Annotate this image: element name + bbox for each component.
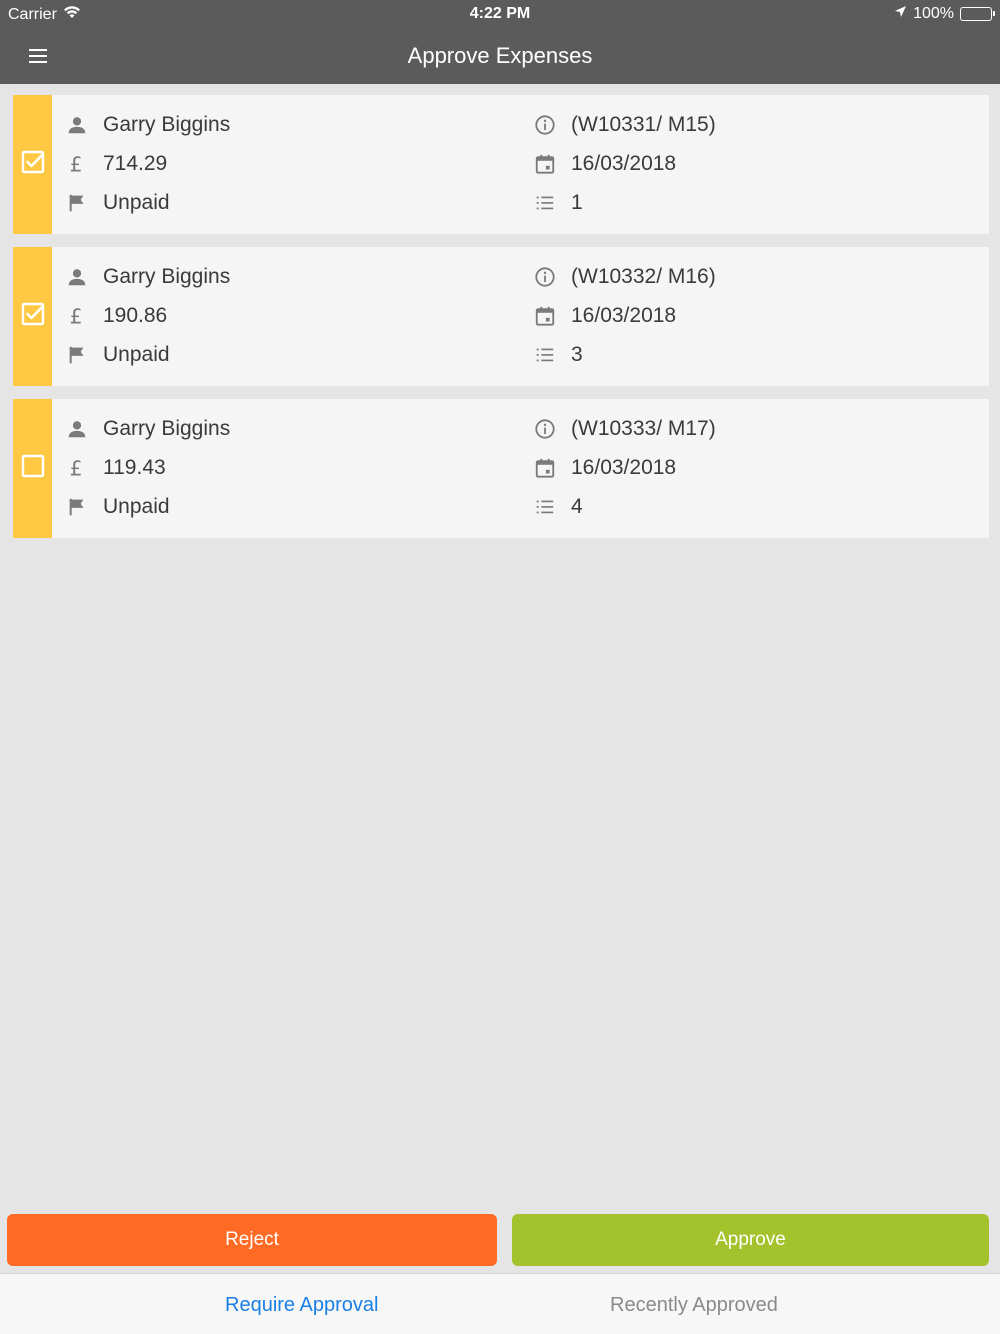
payment-status-value: Unpaid [103, 343, 170, 367]
expense-date-value: 16/03/2018 [571, 151, 677, 175]
item-count: 4 [534, 488, 716, 527]
tab-require-approval[interactable]: Require Approval [225, 1294, 378, 1317]
svg-text:£: £ [70, 153, 83, 175]
payment-status-value: Unpaid [103, 191, 170, 215]
status-time: 4:22 PM [469, 5, 531, 22]
expense-left-column: Garry Biggins £190.86 Unpaid [66, 257, 230, 375]
person-icon [66, 418, 88, 440]
battery-icon [960, 7, 995, 21]
employee-name: Garry Biggins [66, 257, 230, 296]
battery-percentage: 100% [913, 5, 954, 22]
calendar-icon [534, 153, 556, 175]
payment-status: Unpaid [66, 488, 230, 527]
employee-name-value: Garry Biggins [103, 264, 231, 288]
info-icon [534, 114, 556, 136]
employee-name: Garry Biggins [66, 409, 230, 448]
page-title: Approve Expenses [407, 43, 593, 68]
expense-date: 16/03/2018 [534, 448, 716, 487]
item-count-value: 1 [571, 191, 583, 215]
expense-reference: (W10332/ M16) [534, 257, 716, 296]
status-bar: Carrier 4:22 PM 100% [0, 0, 1000, 28]
person-icon [66, 266, 88, 288]
list-icon [534, 496, 556, 518]
pound-icon: £ [66, 457, 88, 479]
expense-list: Garry Biggins £714.29 Unpaid (W10331/ M15) 1… [13, 95, 989, 551]
expense-amount-value: 119.43 [103, 455, 166, 479]
calendar-icon [534, 305, 556, 327]
reject-button[interactable]: Reject [7, 1214, 497, 1266]
flag-icon [66, 496, 88, 518]
select-checkbox[interactable] [13, 95, 52, 234]
expense-left-column: Garry Biggins £119.43 Unpaid [66, 409, 230, 527]
employee-name: Garry Biggins [66, 105, 230, 144]
employee-name-value: Garry Biggins [103, 112, 231, 136]
info-icon [534, 266, 556, 288]
expense-amount-value: 190.86 [103, 303, 168, 327]
payment-status: Unpaid [66, 336, 230, 375]
expense-card[interactable]: Garry Biggins £119.43 Unpaid (W10333/ M17) 1… [13, 399, 989, 538]
expense-card[interactable]: Garry Biggins £714.29 Unpaid (W10331/ M15) 1… [13, 95, 989, 234]
expense-card[interactable]: Garry Biggins £190.86 Unpaid (W10332/ M16) 1… [13, 247, 989, 386]
item-count-value: 3 [571, 343, 583, 367]
list-icon [534, 344, 556, 366]
flag-icon [66, 192, 88, 214]
expense-date-value: 16/03/2018 [571, 455, 677, 479]
expense-amount: £119.43 [66, 448, 230, 487]
payment-status-value: Unpaid [103, 495, 170, 519]
svg-text:£: £ [70, 305, 83, 327]
checkbox-unchecked-icon [21, 454, 45, 483]
calendar-icon [534, 457, 556, 479]
expense-date: 16/03/2018 [534, 296, 716, 335]
item-count-value: 4 [571, 495, 583, 519]
employee-name-value: Garry Biggins [103, 416, 231, 440]
nav-bar: Approve Expenses [0, 28, 1000, 84]
expense-details: Garry Biggins £714.29 Unpaid (W10331/ M15) 1… [52, 95, 989, 234]
expense-reference: (W10333/ M17) [534, 409, 716, 448]
checkbox-checked-icon [21, 302, 45, 331]
status-right: 100% [894, 5, 995, 23]
expense-reference-value: (W10332/ M16) [571, 264, 716, 288]
list-icon [534, 192, 556, 214]
payment-status: Unpaid [66, 184, 230, 223]
approve-button[interactable]: Approve [512, 1214, 989, 1266]
info-icon [534, 418, 556, 440]
item-count: 3 [534, 336, 716, 375]
svg-text:£: £ [70, 457, 83, 479]
expense-right-column: (W10333/ M17) 16/03/2018 4 [534, 409, 716, 527]
expense-details: Garry Biggins £119.43 Unpaid (W10333/ M17) 1… [52, 399, 989, 538]
expense-amount-value: 714.29 [103, 151, 168, 175]
expense-details: Garry Biggins £190.86 Unpaid (W10332/ M16) 1… [52, 247, 989, 386]
expense-amount: £190.86 [66, 296, 230, 335]
expense-reference: (W10331/ M15) [534, 105, 716, 144]
expense-reference-value: (W10331/ M15) [571, 112, 716, 136]
expense-date-value: 16/03/2018 [571, 303, 677, 327]
checkbox-checked-icon [21, 150, 45, 179]
select-checkbox[interactable] [13, 399, 52, 538]
expense-left-column: Garry Biggins £714.29 Unpaid [66, 105, 230, 223]
expense-reference-value: (W10333/ M17) [571, 416, 716, 440]
expense-right-column: (W10331/ M15) 16/03/2018 1 [534, 105, 716, 223]
location-arrow-icon [894, 5, 907, 23]
person-icon [66, 114, 88, 136]
expense-amount: £714.29 [66, 144, 230, 183]
expense-right-column: (W10332/ M16) 16/03/2018 3 [534, 257, 716, 375]
item-count: 1 [534, 184, 716, 223]
expense-date: 16/03/2018 [534, 144, 716, 183]
flag-icon [66, 344, 88, 366]
pound-icon: £ [66, 305, 88, 327]
tab-bar: Require Approval Recently Approved [0, 1273, 1000, 1334]
tab-recently-approved[interactable]: Recently Approved [610, 1294, 778, 1317]
pound-icon: £ [66, 153, 88, 175]
select-checkbox[interactable] [13, 247, 52, 386]
